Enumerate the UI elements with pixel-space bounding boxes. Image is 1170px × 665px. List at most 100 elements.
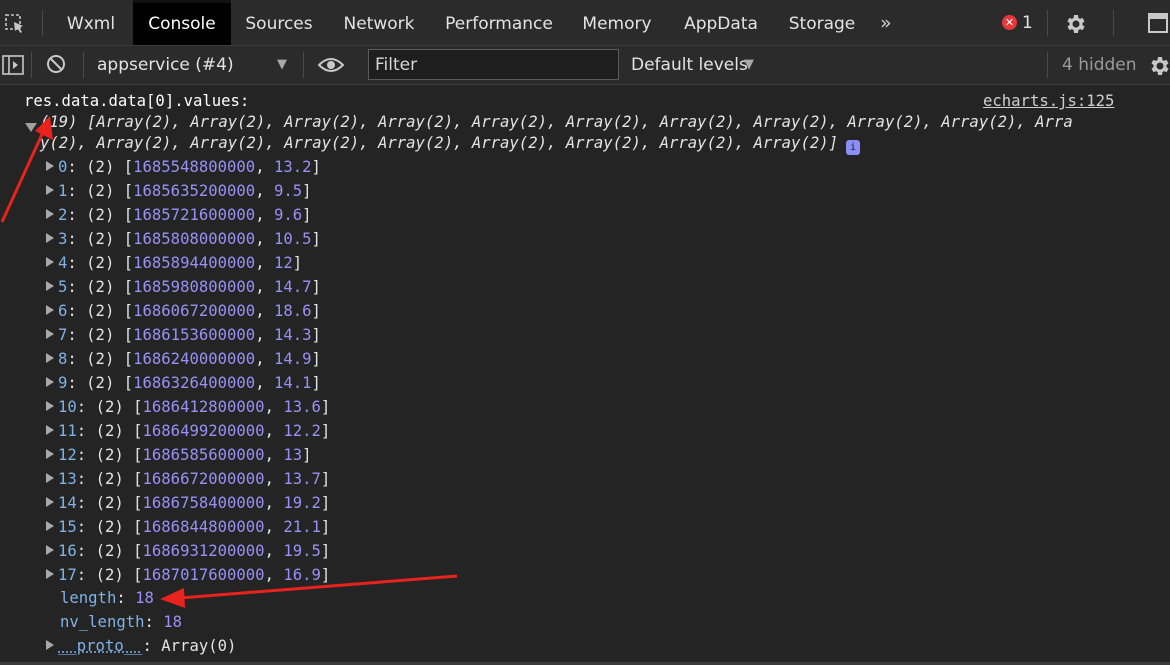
timestamp-value: 1685721600000 [133,206,256,224]
array-item-row[interactable]: 8: (2) [1686240000000, 14.9] [46,347,321,371]
array-item-row[interactable]: 12: (2) [1686585600000, 13] [46,443,312,467]
expand-triangle-icon[interactable] [46,377,54,387]
array-length: (2) [95,446,124,464]
info-icon[interactable]: i [846,140,860,155]
timestamp-value: 1686672000000 [142,470,265,488]
expand-triangle-icon[interactable] [46,161,54,171]
expand-triangle-icon[interactable] [46,233,54,243]
metric-value: 14.9 [273,350,312,368]
array-index: 17 [58,566,77,584]
source-link[interactable]: echarts.js:125 [983,92,1114,110]
array-index: 6 [58,302,68,320]
divider [83,52,84,78]
divider [42,10,43,36]
timestamp-value: 1686326400000 [133,374,256,392]
tab-wxml[interactable]: Wxml [52,0,130,45]
array-length: (2) [95,398,124,416]
expand-triangle-icon[interactable] [46,281,54,291]
array-item-row[interactable]: 7: (2) [1686153600000, 14.3] [46,323,321,347]
timestamp-value: 1685808000000 [133,230,256,248]
expand-triangle-icon[interactable] [46,425,54,435]
timestamp-value: 1686240000000 [133,350,256,368]
clear-console-icon[interactable] [46,54,66,74]
expand-triangle-icon[interactable] [46,545,54,555]
log-levels-dropdown[interactable]: Default levels [631,55,748,75]
expand-triangle-icon[interactable] [46,185,54,195]
timestamp-value: 1686844800000 [142,518,265,536]
expand-triangle-icon[interactable] [46,640,54,650]
expand-triangle-icon[interactable] [46,353,54,363]
tab-storage[interactable]: Storage [780,0,864,45]
expand-triangle-icon[interactable] [46,305,54,315]
array-length: (2) [86,302,115,320]
array-index: 10 [58,398,77,416]
array-length: (2) [86,350,115,368]
chevron-down-icon[interactable]: ▼ [744,57,754,72]
array-length: (2) [95,470,124,488]
expand-triangle-icon[interactable] [46,497,54,507]
filter-input[interactable] [368,49,619,80]
inspect-element-icon[interactable] [4,13,26,35]
expand-triangle-icon[interactable] [46,401,54,411]
hidden-messages-count[interactable]: 4 hidden [1062,55,1137,75]
error-icon[interactable]: ✕ [1002,15,1017,30]
array-summary-line-2[interactable]: y(2), Array(2), Array(2), Array(2), Arra… [40,134,860,155]
expand-triangle-icon[interactable] [46,209,54,219]
array-item-row[interactable]: 4: (2) [1685894400000, 12] [46,251,302,275]
metric-value: 13.2 [273,158,312,176]
tab-performance[interactable]: Performance [437,0,561,45]
property-value: Array(0) [161,637,237,655]
array-index: 4 [58,254,68,272]
tab-console[interactable]: Console [133,0,231,45]
array-length: (2) [95,566,124,584]
array-item-row[interactable]: 1: (2) [1685635200000, 9.5] [46,179,312,203]
tab-appdata[interactable]: AppData [674,0,768,45]
array-item-row[interactable]: 6: (2) [1686067200000, 18.6] [46,299,321,323]
tab-memory[interactable]: Memory [574,0,660,45]
array-item-row[interactable]: 15: (2) [1686844800000, 21.1] [46,515,330,539]
array-index: 8 [58,350,68,368]
expand-triangle-icon[interactable] [25,123,37,132]
timestamp-value: 1687017600000 [142,566,265,584]
dock-side-icon[interactable] [1148,13,1170,33]
nv-length-property: nv_length: 18 [60,613,183,631]
console-settings-gear-icon[interactable] [1148,54,1170,78]
expand-triangle-icon[interactable] [46,521,54,531]
chevron-down-icon[interactable]: ▼ [277,57,287,72]
array-index: 9 [58,374,68,392]
array-item-row[interactable]: 0: (2) [1685548800000, 13.2] [46,155,321,179]
metric-value: 16.9 [283,566,321,584]
more-tabs-icon[interactable]: » [880,12,892,34]
array-item-row[interactable]: 2: (2) [1685721600000, 9.6] [46,203,312,227]
expand-triangle-icon[interactable] [46,473,54,483]
expand-triangle-icon[interactable] [46,257,54,267]
expand-triangle-icon[interactable] [46,449,54,459]
tab-network[interactable]: Network [333,0,425,45]
array-item-row[interactable]: 14: (2) [1686758400000, 19.2] [46,491,330,515]
array-item-row[interactable]: 16: (2) [1686931200000, 19.5] [46,539,330,563]
array-length: (2) [86,278,115,296]
tab-sources[interactable]: Sources [236,0,322,45]
array-item-row[interactable]: 17: (2) [1687017600000, 16.9] [46,563,330,587]
property-name: nv_length [60,613,145,631]
expand-triangle-icon[interactable] [46,329,54,339]
array-item-row[interactable]: 5: (2) [1685980800000, 14.7] [46,275,321,299]
settings-gear-icon[interactable] [1064,12,1088,36]
divider [303,52,304,78]
length-property: length: 18 [60,589,154,607]
array-item-row[interactable]: 13: (2) [1686672000000, 13.7] [46,467,330,491]
array-item-row[interactable]: 3: (2) [1685808000000, 10.5] [46,227,321,251]
array-item-row[interactable]: 10: (2) [1686412800000, 13.6] [46,395,330,419]
array-item-row[interactable]: 9: (2) [1686326400000, 14.1] [46,371,321,395]
expand-triangle-icon[interactable] [46,569,54,579]
array-item-row[interactable]: 11: (2) [1686499200000, 12.2] [46,419,330,443]
error-count[interactable]: 1 [1022,13,1033,33]
array-index: 16 [58,542,77,560]
timestamp-value: 1685980800000 [133,278,256,296]
eye-icon[interactable] [318,56,344,74]
array-summary-line-1[interactable]: (19) [Array(2), Array(2), Array(2), Arra… [40,113,1073,131]
proto-property[interactable]: __proto__: Array(0) [46,634,236,658]
console-toolbar: appservice (#4) ▼ Default levels ▼ 4 hid… [0,46,1170,85]
context-selector[interactable]: appservice (#4) [97,55,234,75]
sidebar-toggle-icon[interactable] [2,55,24,75]
